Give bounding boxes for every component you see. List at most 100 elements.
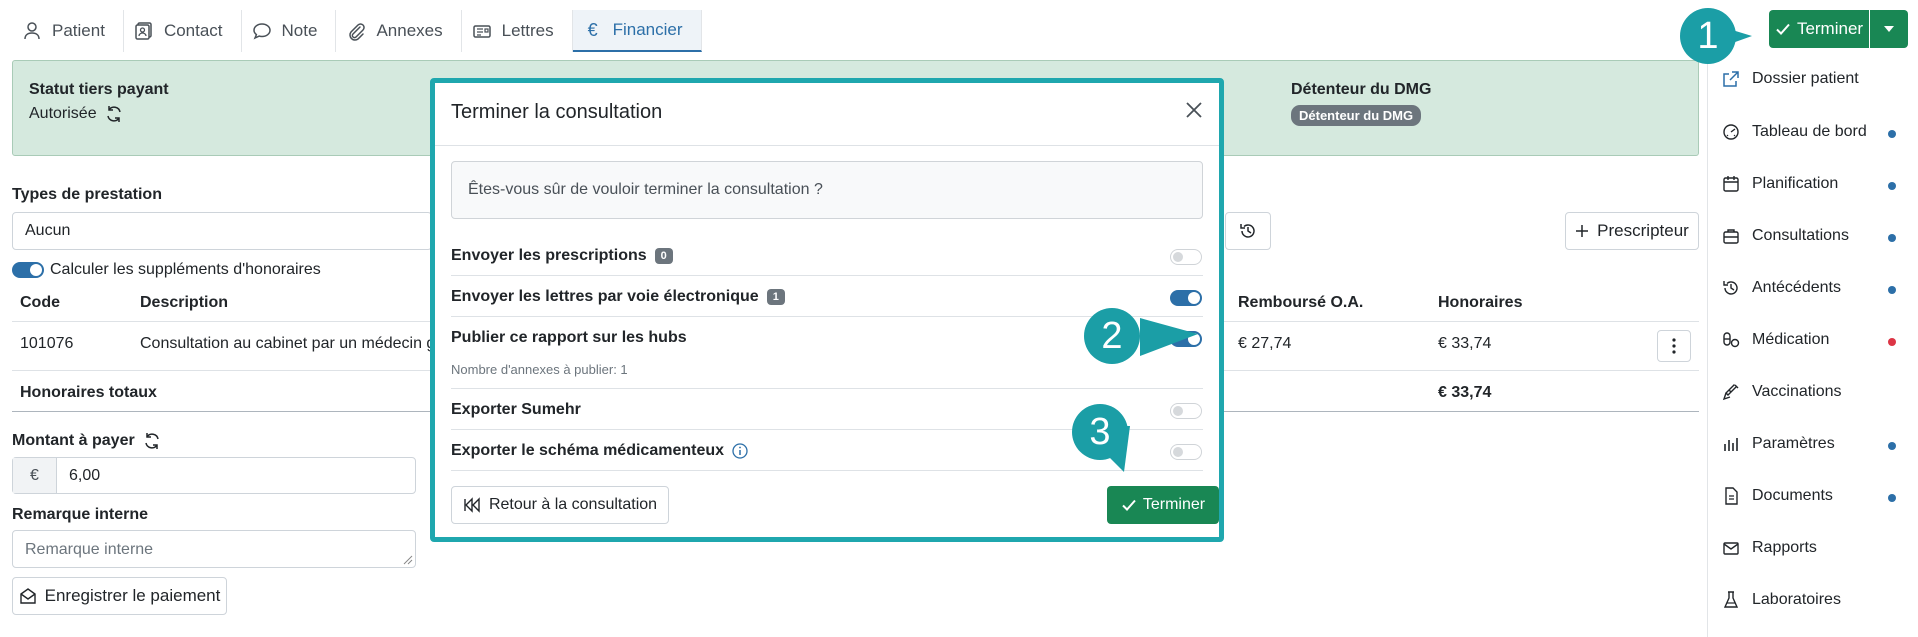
notification-dot xyxy=(1888,494,1896,502)
briefcase-icon xyxy=(1722,227,1740,245)
exporter-schema-toggle[interactable] xyxy=(1170,444,1202,460)
save-payment-button[interactable]: Enregistrer le paiement xyxy=(12,577,227,615)
sidebar-item-parametres[interactable]: Paramètres xyxy=(1722,435,1835,453)
terminer-dropdown-toggle[interactable] xyxy=(1870,10,1908,48)
confirm-question: Êtes-vous sûr de vouloir terminer la con… xyxy=(451,161,1203,219)
row-rembourse: € 27,74 xyxy=(1238,335,1292,352)
notification-dot xyxy=(1888,182,1896,190)
col-honoraires-header: Honoraires xyxy=(1438,294,1523,311)
sidebar-item-rapports[interactable]: Rapports xyxy=(1722,539,1817,557)
sidebar-item-vaccinations[interactable]: Vaccinations xyxy=(1722,383,1842,401)
callout-marker-1: 1 xyxy=(1680,8,1736,64)
caret-down-icon xyxy=(1884,26,1894,32)
row-label: Envoyer les prescriptions xyxy=(451,247,647,264)
prescripteur-button[interactable]: Prescripteur xyxy=(1565,212,1699,250)
count-badge: 1 xyxy=(766,289,785,305)
sidebar-item-label: Documents xyxy=(1752,487,1833,504)
col-code-header: Code xyxy=(20,294,60,311)
sidebar-item-label: Consultations xyxy=(1752,227,1849,244)
confirm-terminer-button[interactable]: Terminer xyxy=(1107,486,1219,524)
prescripteur-label: Prescripteur xyxy=(1597,221,1689,240)
sidebar-item-label: Dossier patient xyxy=(1752,70,1859,87)
modal-title: Terminer la consultation xyxy=(451,101,663,123)
notification-dot xyxy=(1888,130,1896,138)
prestation-select[interactable]: Aucun xyxy=(12,212,432,250)
amount-field[interactable]: 6,00 xyxy=(69,467,100,485)
tab-label: Lettres xyxy=(501,21,554,40)
resize-handle-icon[interactable] xyxy=(403,555,413,565)
amount-input-group: € 6,00 xyxy=(12,457,416,494)
syringe-icon xyxy=(1722,383,1740,401)
tab-label: Patient xyxy=(52,21,105,40)
callout-marker-2: 2 xyxy=(1084,308,1140,364)
refresh-icon[interactable] xyxy=(143,432,161,450)
sidebar-item-dossier-patient[interactable]: Dossier patient xyxy=(1722,70,1859,88)
row-envoyer-lettres: Envoyer les lettres par voie électroniqu… xyxy=(451,288,785,306)
tab-financier[interactable]: € Financier xyxy=(572,10,702,52)
supplements-toggle[interactable] xyxy=(12,262,44,278)
back-label: Retour à la consultation xyxy=(488,496,658,513)
tiers-payant-label: Statut tiers payant xyxy=(29,81,169,98)
sidebar-item-label: Médication xyxy=(1752,331,1830,348)
tab-annexes[interactable]: Annexes xyxy=(336,10,462,52)
refresh-icon[interactable] xyxy=(105,105,123,123)
sidebar-item-label: Planification xyxy=(1752,175,1839,192)
row-description: Consultation au cabinet par un médecin g xyxy=(140,335,430,352)
exporter-sumehr-toggle[interactable] xyxy=(1170,403,1202,419)
history-icon xyxy=(1722,279,1740,297)
history-icon xyxy=(1239,222,1257,240)
tab-contact[interactable]: Contact xyxy=(123,10,242,52)
row-menu-button[interactable] xyxy=(1657,330,1691,362)
sidebar-item-consultations[interactable]: Consultations xyxy=(1722,227,1849,245)
sidebar-item-label: Antécédents xyxy=(1752,279,1841,296)
confirm-label: Terminer xyxy=(1142,496,1206,513)
col-description-header: Description xyxy=(140,294,229,311)
history-button[interactable] xyxy=(1225,212,1271,250)
row-label: Exporter Sumehr xyxy=(451,401,581,418)
chart-bars-icon xyxy=(1722,435,1740,453)
prestation-value: Aucun xyxy=(25,222,71,239)
sidebar-item-documents[interactable]: Documents xyxy=(1722,487,1833,505)
envoyer-lettres-toggle[interactable] xyxy=(1170,290,1202,306)
tab-label: Note xyxy=(281,21,318,40)
currency-addon: € xyxy=(13,458,57,493)
envelope-icon xyxy=(1722,539,1740,557)
sidebar-item-tableau-de-bord[interactable]: Tableau de bord xyxy=(1722,123,1902,141)
kebab-icon xyxy=(1672,338,1676,354)
sidebar-item-laboratoires[interactable]: Laboratoires xyxy=(1722,591,1841,609)
back-to-consultation-button[interactable]: Retour à la consultation xyxy=(451,486,669,524)
tab-note[interactable]: Note xyxy=(241,10,337,52)
alert-dot xyxy=(1888,338,1896,346)
document-icon xyxy=(1722,487,1740,505)
dmg-badge: Détenteur du DMG xyxy=(1291,105,1422,126)
info-icon[interactable] xyxy=(732,443,748,459)
sidebar-item-planification[interactable]: Planification xyxy=(1722,175,1838,193)
envoyer-prescriptions-toggle[interactable] xyxy=(1170,249,1202,265)
modal-header-divider xyxy=(435,145,1219,146)
remark-textarea[interactable]: Remarque interne xyxy=(12,530,416,568)
tab-lettres[interactable]: Lettres xyxy=(461,10,573,52)
tab-bar: Patient Contact Note Annexes Lettres € F… xyxy=(12,10,702,52)
plus-icon xyxy=(1575,224,1589,238)
sidebar: Dossier patient Tableau de bord Planific… xyxy=(1707,58,1918,637)
row-exporter-schema: Exporter le schéma médicamenteux xyxy=(451,442,748,460)
terminer-button[interactable]: Terminer xyxy=(1769,10,1869,48)
count-badge: 0 xyxy=(654,248,673,264)
user-icon xyxy=(22,21,42,41)
sidebar-item-medication[interactable]: Médication xyxy=(1722,331,1829,349)
callout-marker-3: 3 xyxy=(1072,404,1128,460)
tab-label: Financier xyxy=(612,20,683,39)
tab-patient[interactable]: Patient xyxy=(12,10,124,52)
row-divider xyxy=(451,388,1203,389)
col-rembourse-header: Remboursé O.A. xyxy=(1238,294,1364,311)
close-icon[interactable] xyxy=(1179,95,1209,125)
row-sublabel: Nombre d'annexes à publier: 1 xyxy=(451,362,628,377)
sidebar-item-label: Laboratoires xyxy=(1752,591,1841,608)
row-exporter-sumehr: Exporter Sumehr xyxy=(451,401,581,419)
row-divider xyxy=(451,275,1203,276)
total-label: Honoraires totaux xyxy=(20,384,157,401)
notification-dot xyxy=(1888,234,1896,242)
sidebar-item-antecedents[interactable]: Antécédents xyxy=(1722,279,1841,297)
terminer-label: Terminer xyxy=(1796,19,1864,38)
row-publier-hubs: Publier ce rapport sur les hubs xyxy=(451,329,687,347)
